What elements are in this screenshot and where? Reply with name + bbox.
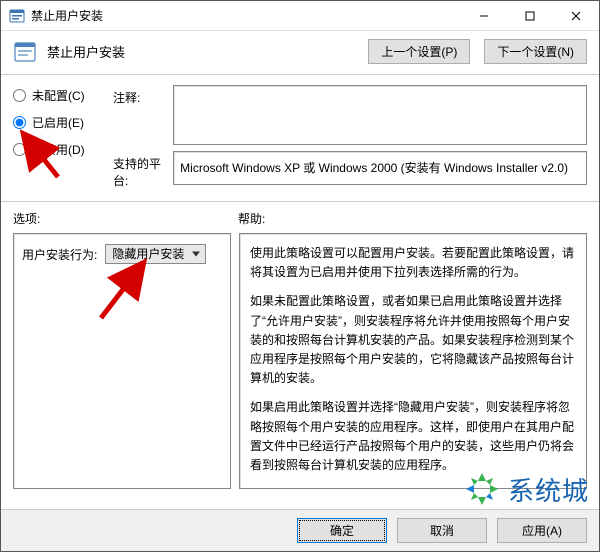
window-title: 禁止用户安装 <box>31 7 461 24</box>
comment-row: 注释: <box>113 85 587 145</box>
close-button[interactable] <box>553 1 599 30</box>
radio-enabled-label: 已启用(E) <box>32 114 84 131</box>
help-paragraph: 使用此策略设置可以配置用户安装。若要配置此策略设置，请将其设置为已启用并使用下拉… <box>250 244 576 282</box>
radio-disabled-label: 已禁用(D) <box>32 141 85 158</box>
window-controls <box>461 1 599 30</box>
options-section-label: 选项: <box>13 210 238 227</box>
dialog-buttons: 确定 取消 应用(A) <box>1 509 599 551</box>
previous-setting-button[interactable]: 上一个设置(P) <box>368 39 470 64</box>
user-install-behavior-label: 用户安装行为: <box>22 246 97 263</box>
platform-row: 支持的平台: Microsoft Windows XP 或 Windows 20… <box>113 151 587 189</box>
next-setting-button[interactable]: 下一个设置(N) <box>484 39 587 64</box>
platform-field: Microsoft Windows XP 或 Windows 2000 (安装有… <box>173 151 587 185</box>
annotation-arrow-icon <box>89 256 159 326</box>
help-paragraph: 如果启用此策略设置并选择“隐藏用户安装”，则安装程序将忽略按照每个用户安装的应用… <box>250 398 576 475</box>
divider <box>1 201 599 202</box>
panels: 用户安装行为: 隐藏用户安装 使用此策略设置可以配置用户安装。若要配置此策略设置… <box>1 229 599 497</box>
policy-heading: 禁止用户安装 <box>47 42 354 61</box>
apply-button[interactable]: 应用(A) <box>497 518 587 543</box>
comment-label: 注释: <box>113 85 165 106</box>
state-radios: 未配置(C) 已启用(E) 已禁用(D) <box>13 85 103 195</box>
divider <box>1 74 599 75</box>
radio-not-configured[interactable]: 未配置(C) <box>13 87 103 104</box>
titlebar: 禁止用户安装 <box>1 1 599 31</box>
platform-value: Microsoft Windows XP 或 Windows 2000 (安装有… <box>180 160 568 177</box>
cancel-button[interactable]: 取消 <box>397 518 487 543</box>
options-panel: 用户安装行为: 隐藏用户安装 <box>13 233 231 489</box>
radio-disabled[interactable]: 已禁用(D) <box>13 141 103 158</box>
app-icon <box>9 8 25 24</box>
radio-not-configured-label: 未配置(C) <box>32 87 85 104</box>
policy-icon <box>13 40 37 64</box>
help-panel: 使用此策略设置可以配置用户安装。若要配置此策略设置，请将其设置为已启用并使用下拉… <box>239 233 587 489</box>
user-install-behavior-select[interactable]: 隐藏用户安装 <box>105 244 206 264</box>
section-labels: 选项: 帮助: <box>1 204 599 229</box>
maximize-button[interactable] <box>507 1 553 30</box>
user-install-behavior-row: 用户安装行为: 隐藏用户安装 <box>22 244 222 264</box>
user-install-behavior-combo-wrap: 隐藏用户安装 <box>105 244 206 264</box>
header: 禁止用户安装 上一个设置(P) 下一个设置(N) <box>1 31 599 72</box>
radio-enabled[interactable]: 已启用(E) <box>13 114 103 131</box>
minimize-button[interactable] <box>461 1 507 30</box>
help-section-label: 帮助: <box>238 210 587 227</box>
radio-disabled-input[interactable] <box>13 143 26 156</box>
details-column: 注释: 支持的平台: Microsoft Windows XP 或 Window… <box>113 85 587 195</box>
config-area: 未配置(C) 已启用(E) 已禁用(D) 注释: 支持的平台: Microsof… <box>1 77 599 199</box>
ok-button[interactable]: 确定 <box>297 518 387 543</box>
radio-enabled-input[interactable] <box>13 116 26 129</box>
platform-label: 支持的平台: <box>113 151 165 189</box>
help-paragraph: 如果未配置此策略设置，或者如果已启用此策略设置并选择了“允许用户安装”，则安装程… <box>250 292 576 388</box>
comment-field[interactable] <box>173 85 587 145</box>
radio-not-configured-input[interactable] <box>13 89 26 102</box>
